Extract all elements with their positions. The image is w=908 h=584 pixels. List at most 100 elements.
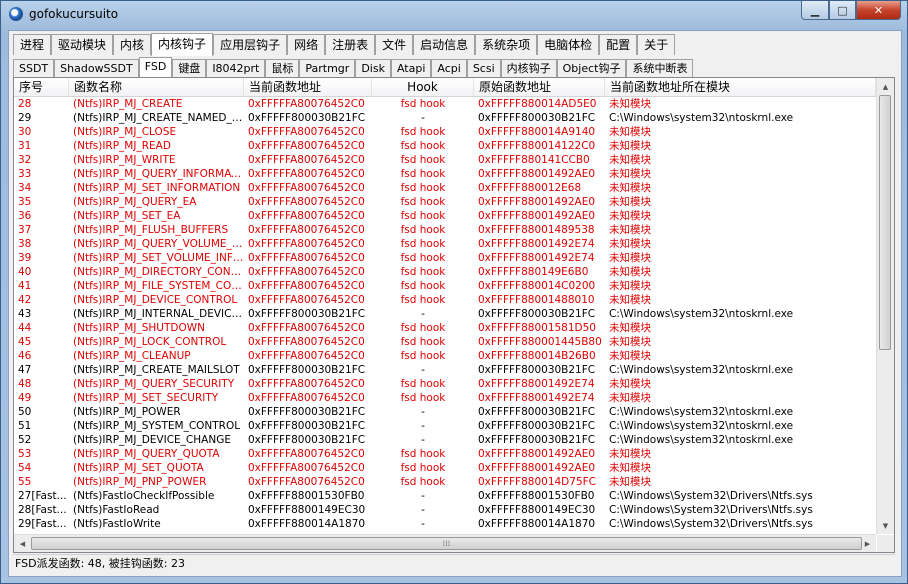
- table-row[interactable]: 41 (Ntfs)IRP_MJ_FILE_SYSTEM_CONTROL 0xFFFF…: [14, 279, 876, 293]
- horizontal-scroll-thumb[interactable]: ⁞⁞⁞: [31, 537, 862, 550]
- tab-sub-12[interactable]: Object钩子: [556, 59, 627, 78]
- cell-original-address: 0xFFFFF88001492E74: [478, 238, 595, 250]
- window-controls: ▁ □ ✕: [801, 1, 901, 20]
- cell-original-address: 0xFFFFF880149E6B0: [478, 266, 589, 278]
- tab-main-7[interactable]: 文件: [375, 34, 414, 55]
- tab-sub-11[interactable]: 内核钩子: [500, 59, 557, 78]
- table-row[interactable]: 53 (Ntfs)IRP_MJ_QUERY_QUOTA 0xFFFFFA800764…: [14, 447, 876, 461]
- table-row[interactable]: 27[Fast... (Ntfs)FastIoCheckIfPossible 0xF…: [14, 489, 876, 503]
- tab-main-8[interactable]: 启动信息: [413, 34, 476, 55]
- table-row[interactable]: 34 (Ntfs)IRP_MJ_SET_INFORMATION 0xFFFFFA80…: [14, 181, 876, 195]
- column-header-original-address[interactable]: 原始函数地址: [474, 78, 605, 96]
- tab-sub-1[interactable]: ShadowSSDT: [54, 59, 139, 78]
- table-row[interactable]: 28 (Ntfs)IRP_MJ_CREATE 0xFFFFFA80076452C0 f…: [14, 97, 876, 111]
- vertical-scrollbar[interactable]: ▲ ▼: [876, 78, 894, 534]
- tab-main-3[interactable]: 内核钩子: [151, 33, 214, 56]
- table-row[interactable]: 40 (Ntfs)IRP_MJ_DIRECTORY_CONTROL 0xFFFFFA…: [14, 265, 876, 279]
- title-bar[interactable]: gofokucursuito ▁ □ ✕: [1, 1, 907, 29]
- table-row[interactable]: 47 (Ntfs)IRP_MJ_CREATE_MAILSLOT 0xFFFFF800…: [14, 363, 876, 377]
- cell-original-address: 0xFFFFF88001492AE0: [478, 462, 596, 474]
- tab-main-6[interactable]: 注册表: [325, 34, 376, 55]
- table-row[interactable]: 42 (Ntfs)IRP_MJ_DEVICE_CONTROL 0xFFFFFA800…: [14, 293, 876, 307]
- minimize-button[interactable]: ▁: [801, 1, 829, 20]
- cell-original-address: 0xFFFFF88001492E74: [478, 378, 595, 390]
- table-row[interactable]: 50 (Ntfs)IRP_MJ_POWER 0xFFFFF800030B21FC - 0…: [14, 405, 876, 419]
- table-row[interactable]: 51 (Ntfs)IRP_MJ_SYSTEM_CONTROL 0xFFFFF8000…: [14, 419, 876, 433]
- tab-main-4[interactable]: 应用层钩子: [213, 34, 288, 55]
- column-header-module[interactable]: 当前函数地址所在模块: [605, 78, 876, 96]
- table-row[interactable]: 54 (Ntfs)IRP_MJ_SET_QUOTA 0xFFFFFA80076452…: [14, 461, 876, 475]
- table-row[interactable]: 28[Fast... (Ntfs)FastIoRead 0xFFFFF8800149…: [14, 503, 876, 517]
- table-row[interactable]: 30 (Ntfs)IRP_MJ_CLOSE 0xFFFFFA80076452C0 fs…: [14, 125, 876, 139]
- tab-main-12[interactable]: 关于: [637, 34, 676, 55]
- tab-main-11[interactable]: 配置: [599, 34, 638, 55]
- cell-function-name: (Ntfs)IRP_MJ_SET_SECURITY: [73, 392, 219, 404]
- scroll-down-arrow-icon[interactable]: ▼: [877, 517, 894, 534]
- table-row[interactable]: 45 (Ntfs)IRP_MJ_LOCK_CONTROL 0xFFFFFA80076…: [14, 335, 876, 349]
- scroll-corner: [877, 535, 894, 552]
- tab-main-1[interactable]: 驱动模块: [51, 34, 114, 55]
- cell-hook: fsd hook: [400, 448, 446, 460]
- table-row[interactable]: 48 (Ntfs)IRP_MJ_QUERY_SECURITY 0xFFFFFA800…: [14, 377, 876, 391]
- table-row[interactable]: 35 (Ntfs)IRP_MJ_QUERY_EA 0xFFFFFA80076452C…: [14, 195, 876, 209]
- window-title: gofokucursuito: [29, 7, 119, 21]
- table-row[interactable]: 37 (Ntfs)IRP_MJ_FLUSH_BUFFERS 0xFFFFFA8007…: [14, 223, 876, 237]
- table-row[interactable]: 43 (Ntfs)IRP_MJ_INTERNAL_DEVICE_CONTROL 0x…: [14, 307, 876, 321]
- tab-sub-6[interactable]: Partmgr: [299, 59, 356, 78]
- tab-main-5[interactable]: 网络: [287, 34, 326, 55]
- vertical-scroll-thumb[interactable]: [879, 95, 891, 350]
- tab-sub-3[interactable]: 键盘: [172, 59, 207, 78]
- table-row[interactable]: 33 (Ntfs)IRP_MJ_QUERY_INFORMATION 0xFFFFFA…: [14, 167, 876, 181]
- tab-sub-10[interactable]: Scsi: [466, 59, 501, 78]
- table-row[interactable]: 36 (Ntfs)IRP_MJ_SET_EA 0xFFFFFA80076452C0 f…: [14, 209, 876, 223]
- table-row[interactable]: 39 (Ntfs)IRP_MJ_SET_VOLUME_INFORMATION 0xF…: [14, 251, 876, 265]
- maximize-button[interactable]: □: [829, 1, 856, 20]
- table-row[interactable]: 29[Fast... (Ntfs)FastIoWrite 0xFFFFF880014…: [14, 517, 876, 531]
- table-row[interactable]: 55 (Ntfs)IRP_MJ_PNP_POWER 0xFFFFFA80076452…: [14, 475, 876, 489]
- table-row[interactable]: 49 (Ntfs)IRP_MJ_SET_SECURITY 0xFFFFFA80076…: [14, 391, 876, 405]
- tab-sub-0[interactable]: SSDT: [13, 59, 55, 78]
- table-row[interactable]: 29 (Ntfs)IRP_MJ_CREATE_NAMED_PIPE 0xFFFFF8…: [14, 111, 876, 125]
- table-row[interactable]: 46 (Ntfs)IRP_MJ_CLEANUP 0xFFFFFA80076452C0…: [14, 349, 876, 363]
- cell-index: 37: [18, 224, 32, 236]
- column-header-current-address[interactable]: 当前函数地址: [244, 78, 372, 96]
- cell-index: 49: [18, 392, 32, 404]
- cell-function-name: (Ntfs)IRP_MJ_POWER: [73, 406, 181, 418]
- close-button[interactable]: ✕: [856, 1, 901, 20]
- scroll-right-arrow-icon[interactable]: ▶: [859, 535, 876, 552]
- cell-function-name: (Ntfs)IRP_MJ_SET_VOLUME_INFORMATION: [73, 252, 244, 264]
- tab-sub-4[interactable]: I8042prt: [206, 59, 266, 78]
- scroll-up-arrow-icon[interactable]: ▲: [877, 78, 894, 95]
- cell-index: 44: [18, 322, 32, 334]
- cell-original-address: 0xFFFFF88001530FB0: [478, 490, 595, 502]
- cell-current-address: 0xFFFFFA80076452C0: [248, 280, 365, 292]
- tab-main-0[interactable]: 进程: [13, 34, 52, 55]
- cell-module: C:\Windows\system32\ntoskrnl.exe: [609, 364, 794, 376]
- cell-index: 30: [18, 126, 32, 138]
- cell-current-address: 0xFFFFFA80076452C0: [248, 462, 365, 474]
- cell-function-name: (Ntfs)IRP_MJ_QUERY_VOLUME_INFORMATION: [73, 238, 244, 250]
- tab-sub-2[interactable]: FSD: [138, 57, 173, 78]
- tab-main-2[interactable]: 内核: [113, 34, 152, 55]
- tab-sub-13[interactable]: 系统中断表: [626, 59, 694, 78]
- cell-function-name: (Ntfs)IRP_MJ_DIRECTORY_CONTROL: [73, 266, 244, 278]
- table-row[interactable]: 44 (Ntfs)IRP_MJ_SHUTDOWN 0xFFFFFA80076452C…: [14, 321, 876, 335]
- horizontal-scrollbar[interactable]: ◀ ⁞⁞⁞ ▶: [14, 534, 876, 552]
- tab-main-10[interactable]: 电脑体检: [537, 34, 600, 55]
- tab-sub-9[interactable]: Acpi: [431, 59, 467, 78]
- column-header-index[interactable]: 序号: [14, 78, 69, 96]
- tab-sub-5[interactable]: 鼠标: [265, 59, 300, 78]
- tab-main-9[interactable]: 系统杂项: [475, 34, 538, 55]
- tab-sub-7[interactable]: Disk: [355, 59, 391, 78]
- table-row[interactable]: 32 (Ntfs)IRP_MJ_WRITE 0xFFFFFA80076452C0 fs…: [14, 153, 876, 167]
- table-row[interactable]: 38 (Ntfs)IRP_MJ_QUERY_VOLUME_INFORMATION 0…: [14, 237, 876, 251]
- cell-module: 未知模块: [609, 238, 651, 250]
- column-header-function-name[interactable]: 函数名称: [69, 78, 244, 96]
- table-row[interactable]: 52 (Ntfs)IRP_MJ_DEVICE_CHANGE 0xFFFFF80003…: [14, 433, 876, 447]
- cell-index: 41: [18, 280, 32, 292]
- column-header-hook[interactable]: Hook: [372, 78, 474, 96]
- tab-sub-8[interactable]: Atapi: [390, 59, 432, 78]
- cell-current-address: 0xFFFFFA80076452C0: [248, 168, 365, 180]
- table-row[interactable]: 31 (Ntfs)IRP_MJ_READ 0xFFFFFA80076452C0 fsd…: [14, 139, 876, 153]
- scroll-left-arrow-icon[interactable]: ◀: [14, 535, 31, 552]
